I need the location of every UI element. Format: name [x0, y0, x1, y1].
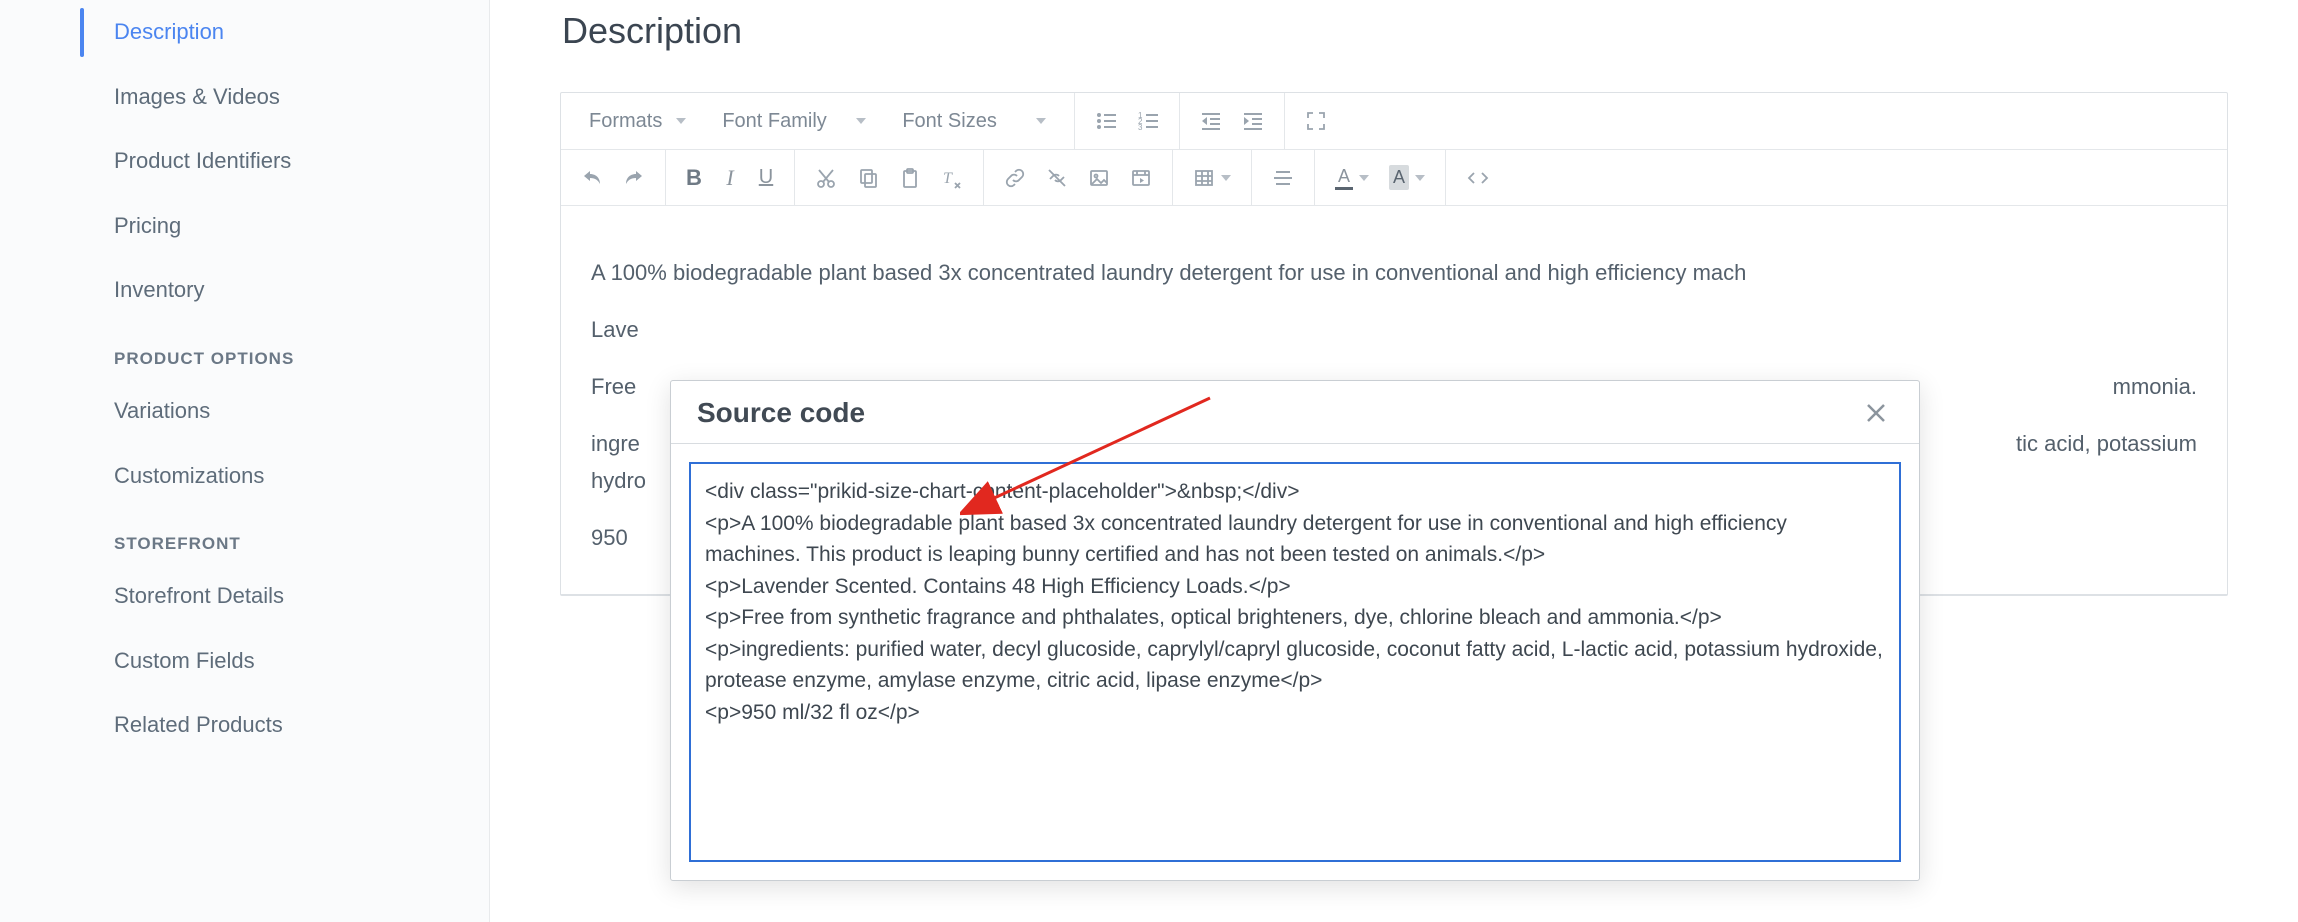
chevron-down-icon: [1359, 175, 1369, 181]
source-code-button[interactable]: [1456, 158, 1500, 198]
clear-formatting-button[interactable]: T: [931, 158, 973, 198]
numbered-list-button[interactable]: 123: [1127, 101, 1169, 141]
undo-button[interactable]: [571, 158, 613, 198]
image-button[interactable]: [1078, 158, 1120, 198]
fullscreen-button[interactable]: [1295, 101, 1337, 141]
sidebar-item-description[interactable]: Description: [80, 0, 489, 65]
sidebar-item-product-identifiers[interactable]: Product Identifiers: [80, 129, 489, 194]
sidebar-item-related-products[interactable]: Related Products: [80, 693, 489, 758]
sidebar-item-images-videos[interactable]: Images & Videos: [80, 65, 489, 130]
italic-button[interactable]: I: [712, 158, 748, 198]
sidebar-heading-product-options: PRODUCT OPTIONS: [80, 323, 489, 379]
editor-toolbar: Formats Font Family Font Sizes: [561, 93, 2227, 206]
sidebar-item-pricing[interactable]: Pricing: [80, 194, 489, 259]
sidebar-item-customizations[interactable]: Customizations: [80, 444, 489, 509]
chevron-down-icon: [1415, 175, 1425, 181]
chevron-down-icon: [1036, 118, 1046, 124]
outdent-button[interactable]: [1190, 101, 1232, 141]
formats-dropdown[interactable]: Formats: [571, 110, 704, 133]
video-button[interactable]: [1120, 158, 1162, 198]
font-family-dropdown[interactable]: Font Family: [704, 110, 884, 133]
sidebar-item-custom-fields[interactable]: Custom Fields: [80, 629, 489, 694]
sidebar-item-storefront-details[interactable]: Storefront Details: [80, 564, 489, 629]
underline-button[interactable]: U: [748, 158, 784, 198]
indent-button[interactable]: [1232, 101, 1274, 141]
redo-button[interactable]: [613, 158, 655, 198]
bold-button[interactable]: B: [676, 158, 712, 198]
source-code-modal: Source code <div class="prikid-size-char…: [670, 380, 1920, 881]
chevron-down-icon: [1221, 175, 1231, 181]
unlink-button[interactable]: [1036, 158, 1078, 198]
link-button[interactable]: [994, 158, 1036, 198]
paste-button[interactable]: [889, 158, 931, 198]
background-color-button[interactable]: A: [1379, 158, 1435, 198]
sidebar-heading-storefront: STOREFRONT: [80, 508, 489, 564]
copy-button[interactable]: [847, 158, 889, 198]
sidebar: Description Images & Videos Product Iden…: [0, 0, 490, 922]
svg-text:T: T: [943, 170, 953, 187]
cut-button[interactable]: [805, 158, 847, 198]
svg-text:3: 3: [1138, 123, 1143, 132]
chevron-down-icon: [856, 118, 866, 124]
modal-title: Source code: [697, 397, 865, 429]
close-icon: [1865, 402, 1887, 424]
page-title: Description: [562, 10, 2228, 52]
chevron-down-icon: [676, 118, 686, 124]
sidebar-item-inventory[interactable]: Inventory: [80, 258, 489, 323]
close-button[interactable]: [1859, 398, 1893, 428]
table-button[interactable]: [1183, 158, 1241, 198]
text-color-button[interactable]: A: [1325, 158, 1379, 198]
font-sizes-dropdown[interactable]: Font Sizes: [884, 110, 1064, 133]
source-code-textarea[interactable]: <div class="prikid-size-chart-content-pl…: [689, 462, 1901, 862]
horizontal-rule-button[interactable]: [1262, 158, 1304, 198]
sidebar-item-variations[interactable]: Variations: [80, 379, 489, 444]
bullet-list-button[interactable]: [1085, 101, 1127, 141]
